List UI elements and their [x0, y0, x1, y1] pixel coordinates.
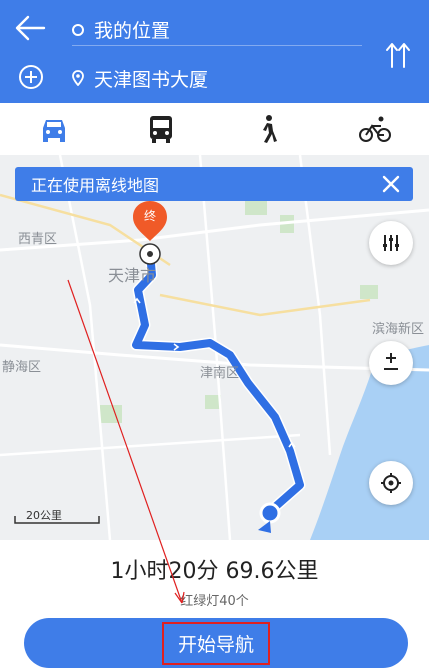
walk-icon	[263, 115, 278, 143]
route-header: 我的位置 天津图书大厦	[0, 0, 429, 103]
map-label-binhai: 滨海新区	[372, 322, 425, 337]
locate-button[interactable]	[369, 461, 413, 505]
origin-field[interactable]: 我的位置	[72, 14, 362, 46]
zoom-button[interactable]	[369, 341, 413, 385]
origin-dot-icon	[72, 23, 84, 36]
route-preferences-button[interactable]	[369, 221, 413, 265]
swap-icon[interactable]	[383, 40, 413, 70]
map-label-tianjin: 天津市	[108, 266, 157, 285]
zoom-plus-minus-icon	[384, 353, 398, 370]
offline-map-text: 正在使用离线地图	[31, 176, 160, 195]
bike-icon	[359, 116, 392, 142]
map-background	[0, 155, 429, 540]
map-scale-label: 20公里	[26, 509, 62, 522]
destination-pin-icon	[72, 70, 84, 86]
map-label-jinghai: 静海区	[2, 360, 42, 375]
travel-mode-tabs	[0, 103, 429, 155]
origin-text: 我的位置	[94, 20, 171, 42]
map-label-jinnan: 津南区	[200, 366, 240, 381]
end-marker-label: 终	[143, 209, 156, 223]
destination-text: 天津图书大厦	[94, 68, 209, 91]
tab-walk[interactable]	[215, 103, 322, 155]
route-duration-distance: 1小时20分 69.6公里	[110, 559, 319, 584]
back-arrow-icon[interactable]	[14, 14, 46, 42]
car-icon	[42, 120, 65, 142]
map-label-xiqing: 西青区	[18, 232, 58, 247]
offline-map-banner: 正在使用离线地图	[15, 167, 413, 201]
destination-field[interactable]: 天津图书大厦	[72, 62, 362, 94]
tab-bike[interactable]	[322, 103, 429, 155]
tab-car[interactable]	[0, 103, 107, 155]
traffic-lights-count: 红绿灯40个	[180, 594, 249, 609]
route-map[interactable]: 西青区 天津市 滨海新区 静海区 津南区 终 正在使用离线地图 20公里	[0, 155, 429, 540]
close-icon[interactable]	[379, 172, 403, 196]
bus-icon	[149, 116, 172, 143]
add-waypoint-icon[interactable]	[18, 64, 44, 90]
tab-bus[interactable]	[107, 103, 214, 155]
locate-icon	[381, 473, 401, 493]
start-navigation-label: 开始导航	[161, 621, 270, 665]
start-point-icon	[259, 502, 281, 524]
sliders-icon	[383, 235, 399, 251]
start-navigation-button[interactable]: 开始导航	[24, 618, 408, 668]
